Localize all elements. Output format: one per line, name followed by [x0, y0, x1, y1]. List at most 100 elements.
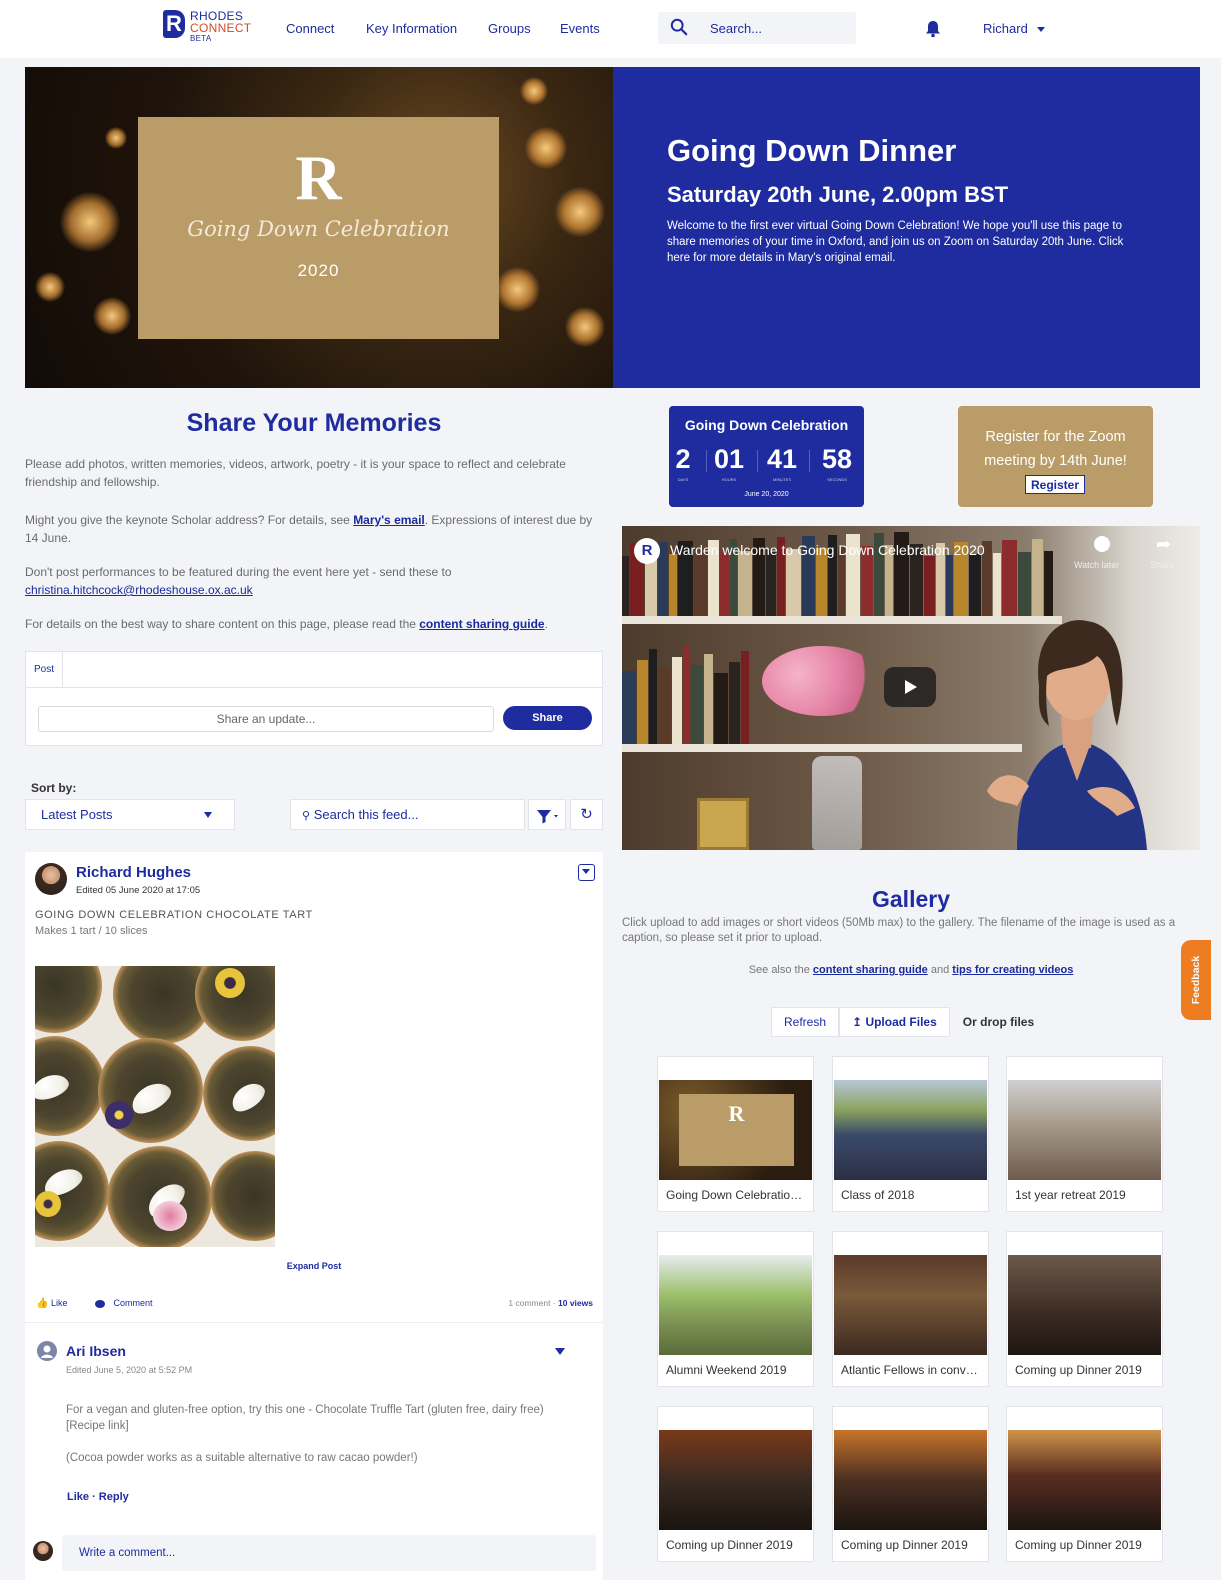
gallery-caption: Coming up Dinner 2019 [1015, 1538, 1142, 1552]
channel-logo-icon[interactable]: R [634, 538, 660, 564]
drop-files-zone[interactable]: Or drop files [949, 1007, 1048, 1037]
person-icon [41, 1345, 53, 1358]
logo-line2: CONNECT [190, 21, 252, 35]
card-script-title: Going Down Celebration [187, 217, 450, 241]
video-player[interactable]: R Warden welcome to Going Down Celebrati… [622, 526, 1200, 850]
gallery-thumbnail[interactable] [834, 1430, 987, 1530]
gallery-item[interactable]: Alumni Weekend 2019 [657, 1231, 814, 1387]
gallery-item[interactable]: Class of 2018 [832, 1056, 989, 1212]
post-options-dropdown-icon[interactable] [578, 864, 595, 881]
event-title: Going Down Dinner [667, 133, 957, 168]
gallery-item[interactable]: Atlantic Fellows in conversation [832, 1231, 989, 1387]
gallery-caption: Coming up Dinner 2019 [841, 1538, 968, 1552]
gallery-thumbnail[interactable]: R [659, 1080, 812, 1180]
comment-author[interactable]: Ari Ibsen [66, 1343, 126, 1359]
celebration-card: R Going Down Celebration 2020 [138, 117, 499, 339]
celebration-card-thumbnail: R [679, 1094, 794, 1166]
countdown-date: June 20, 2020 [744, 491, 789, 498]
rhodes-connect-logo[interactable]: R RHODES CONNECT BETA [163, 10, 251, 43]
share-update-input[interactable]: Share an update... [38, 706, 494, 732]
share-button[interactable]: Share [503, 706, 592, 730]
share-memories-title: Share Your Memories [186, 409, 442, 437]
notification-bell-icon[interactable] [925, 20, 941, 38]
post-image[interactable] [35, 966, 275, 1247]
video-share-button[interactable]: Share [1150, 560, 1174, 570]
gallery-thumbnail[interactable] [834, 1080, 987, 1180]
event-date: Saturday 20th June, 2.00pm BST [667, 182, 1009, 207]
my-avatar [33, 1541, 53, 1561]
comment-button[interactable]: Comment [95, 1298, 153, 1308]
gallery-thumbnail[interactable] [834, 1255, 987, 1355]
gallery-item[interactable]: Coming up Dinner 2019 [1006, 1406, 1163, 1562]
comment-like-link[interactable]: Like [67, 1491, 89, 1503]
gallery-item[interactable]: 1st year retreat 2019 [1006, 1056, 1163, 1212]
nav-connect[interactable]: Connect [286, 21, 334, 36]
gallery-thumbnail[interactable] [659, 1255, 812, 1355]
countdown-unit-seconds: SECONDS [827, 477, 847, 482]
thumbs-up-icon: 👍 [36, 1298, 49, 1309]
avatar[interactable] [35, 863, 67, 895]
gallery-caption: 1st year retreat 2019 [1015, 1188, 1126, 1202]
gallery-caption: Coming up Dinner 2019 [1015, 1363, 1142, 1377]
event-description[interactable]: Welcome to the first ever virtual Going … [667, 218, 1129, 266]
speech-bubble-icon [95, 1299, 105, 1308]
gallery-item[interactable]: R Going Down Celebration 2020 [657, 1056, 814, 1212]
comment-options-caret-icon[interactable] [555, 1348, 565, 1355]
upload-icon: ↥ [852, 1015, 863, 1029]
watch-later-button[interactable]: Watch later [1074, 560, 1119, 570]
sort-by-label: Sort by: [31, 781, 77, 795]
content-sharing-guide-link[interactable]: content sharing guide [813, 964, 928, 976]
content-sharing-guide-link[interactable]: content sharing guide [419, 617, 544, 631]
gallery-caption: Alumni Weekend 2019 [666, 1363, 787, 1377]
commenter-avatar[interactable] [37, 1341, 57, 1361]
gallery-refresh-button[interactable]: Refresh [771, 1007, 840, 1037]
gallery-thumbnail[interactable] [659, 1430, 812, 1530]
like-button[interactable]: 👍 Like [36, 1298, 67, 1309]
write-comment-input[interactable]: Write a comment... [62, 1535, 596, 1571]
keynote-paragraph: Might you give the keynote Scholar addre… [25, 513, 593, 545]
performances-paragraph: Don't post performances to be featured d… [25, 565, 452, 597]
top-navigation: R RHODES CONNECT BETA Connect Key Inform… [0, 0, 1221, 58]
comment-reply-link[interactable]: Reply [99, 1491, 129, 1503]
email-link[interactable]: christina.hitchcock@rhodeshouse.ox.ac.uk [25, 583, 253, 597]
refresh-feed-button[interactable]: ↻ [570, 799, 603, 830]
tips-for-creating-videos-link[interactable]: tips for creating videos [952, 964, 1073, 976]
chevron-down-icon [204, 812, 212, 818]
user-menu[interactable]: Richard [983, 21, 1046, 36]
expand-post-link[interactable]: Expand Post [25, 1261, 603, 1271]
rhodes-r-icon: R [295, 142, 342, 213]
feed-search-input[interactable]: ⚲ Search this feed... [290, 799, 525, 830]
gallery-item[interactable]: Coming up Dinner 2019 [832, 1406, 989, 1562]
sort-select[interactable]: Latest Posts [25, 799, 235, 830]
gallery-thumbnail[interactable] [1008, 1080, 1161, 1180]
filter-button[interactable] [528, 799, 566, 830]
play-button-icon[interactable] [884, 667, 936, 707]
marys-email-link[interactable]: Mary's email [353, 513, 425, 527]
tab-post[interactable]: Post [26, 652, 63, 688]
gallery-thumbnail[interactable] [1008, 1430, 1161, 1530]
logo-r-icon: R [163, 10, 185, 38]
countdown-seconds: 58 [821, 444, 853, 474]
share-arrow-icon[interactable]: ➦ [1156, 534, 1171, 555]
gallery-caption: Class of 2018 [841, 1188, 915, 1202]
gallery-item[interactable]: Coming up Dinner 2019 [657, 1406, 814, 1562]
clock-icon[interactable] [1094, 536, 1110, 552]
gallery-caption: Coming up Dinner 2019 [666, 1538, 793, 1552]
upload-files-button[interactable]: ↥ Upload Files [839, 1007, 950, 1037]
video-title[interactable]: Warden welcome to Going Down Celebration… [670, 542, 985, 558]
nav-events[interactable]: Events [560, 21, 600, 36]
feedback-tab[interactable]: Feedback [1181, 940, 1211, 1020]
nav-groups[interactable]: Groups [488, 21, 531, 36]
gallery-links: See also the content sharing guide and t… [748, 964, 1074, 976]
nav-key-information[interactable]: Key Information [366, 21, 457, 36]
gallery-item[interactable]: Coming up Dinner 2019 [1006, 1231, 1163, 1387]
register-button[interactable]: Register [1025, 475, 1085, 494]
post-author[interactable]: Richard Hughes [76, 864, 191, 881]
feed-post: Richard Hughes Edited 05 June 2020 at 17… [25, 852, 603, 1580]
post-subheading: Makes 1 tart / 10 slices [35, 925, 148, 937]
search-input[interactable] [710, 19, 840, 37]
logo-beta: BETA [190, 34, 212, 43]
countdown-unit-hours: HOURS [721, 477, 737, 482]
gallery-thumbnail[interactable] [1008, 1255, 1161, 1355]
post-composer: Post Share an update... Share [25, 651, 603, 746]
